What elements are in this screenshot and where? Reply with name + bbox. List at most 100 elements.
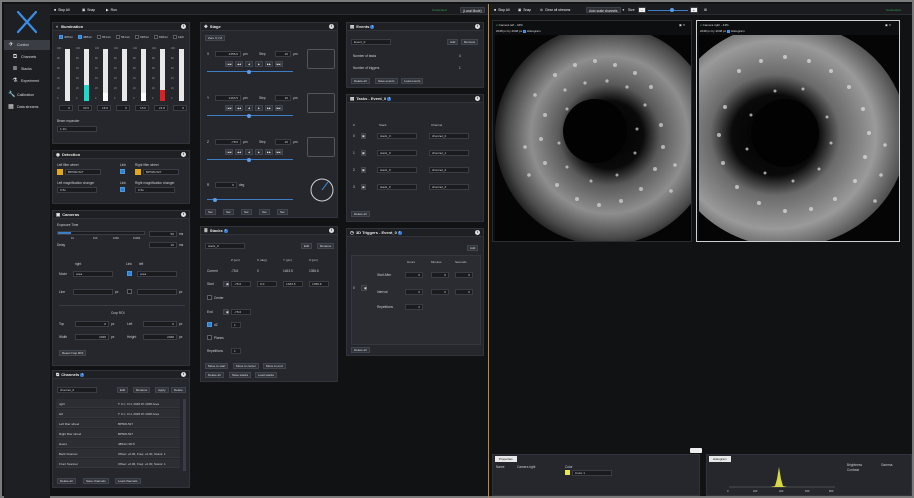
camera-right-viewer[interactable]: ● Camera right - 44% 2048 px by 2048 px … bbox=[696, 20, 900, 242]
dz-input[interactable]: 1 bbox=[231, 322, 241, 328]
stage-y-slider-knob[interactable] bbox=[247, 113, 251, 118]
top-input[interactable]: 0 bbox=[75, 321, 109, 327]
laser-power-input[interactable]: 30.5 bbox=[78, 105, 92, 111]
stage-y-nav-button[interactable]: ▶ bbox=[255, 105, 263, 111]
stage-set-button[interactable]: Set bbox=[241, 209, 252, 215]
info-icon[interactable]: i bbox=[181, 372, 186, 377]
info-icon[interactable]: i bbox=[329, 228, 334, 233]
info-icon[interactable]: i bbox=[181, 152, 186, 157]
sidebar-item-channels[interactable]: ⧉ Channels bbox=[4, 52, 50, 62]
stage-y-nav-button[interactable]: ◀ bbox=[245, 105, 253, 111]
clear-all-streams-button[interactable]: ⊘ Clear all streams bbox=[540, 7, 570, 13]
laser-enable-checkbox[interactable] bbox=[78, 35, 82, 39]
stage-set-button[interactable]: Set bbox=[205, 209, 216, 215]
start-z-input[interactable]: -78.6 bbox=[231, 281, 251, 287]
rotation-dial[interactable] bbox=[309, 177, 335, 203]
tab-properties[interactable]: Properties bbox=[495, 456, 517, 462]
info-icon[interactable]: i bbox=[329, 24, 334, 29]
stage-z-nav-button[interactable]: |◀◀ bbox=[225, 149, 233, 155]
laser-power-input[interactable]: 0 bbox=[59, 105, 73, 111]
task-stack-select[interactable]: stack_0 bbox=[377, 167, 417, 173]
laser-enable-checkbox[interactable] bbox=[173, 35, 177, 39]
viewer-stop-all-button[interactable]: ■ Stop All bbox=[494, 7, 510, 13]
center-checkbox[interactable] bbox=[207, 295, 212, 300]
set-end-button[interactable]: ▣ bbox=[223, 309, 229, 315]
camera-left-viewer[interactable]: ● Camera left - 44% 2048 px by 2048 px H… bbox=[492, 20, 692, 242]
delete-all-tasks-button[interactable]: Delete all bbox=[351, 211, 370, 217]
load-stacks-button[interactable]: Load stacks bbox=[255, 372, 278, 378]
stage-z-nav-button[interactable]: ▶ bbox=[255, 149, 263, 155]
exposure-input[interactable]: 50 bbox=[149, 231, 177, 237]
stage-z-nav-button[interactable]: ◀ bbox=[245, 149, 253, 155]
viewer-snap-button[interactable]: ▣ Snap bbox=[518, 7, 531, 13]
delete-all-channels-button[interactable]: Delete all bbox=[57, 478, 76, 484]
save-channels-button[interactable]: Save channels bbox=[83, 478, 109, 484]
edit-stack-button[interactable]: Edit bbox=[301, 243, 313, 249]
info-icon[interactable]: i bbox=[181, 212, 186, 217]
rename-channel-button[interactable]: Rename bbox=[133, 387, 151, 393]
delete-all-triggers-button[interactable]: Delete all bbox=[351, 347, 370, 353]
stage-x-nav-button[interactable]: ◀ bbox=[245, 61, 253, 67]
load-channels-button[interactable]: Load channels bbox=[115, 478, 141, 484]
info-icon[interactable]: i bbox=[475, 230, 480, 235]
stage-x-step-input[interactable]: 10 bbox=[275, 51, 291, 57]
task-stack-select[interactable]: stack_0 bbox=[377, 133, 417, 139]
viewer-options-icon[interactable]: ▣ ✕ bbox=[679, 23, 685, 27]
start-x-input[interactable]: 1356.6 bbox=[309, 281, 329, 287]
mag-link-checkbox[interactable] bbox=[120, 187, 125, 192]
stop-all-button[interactable]: ■ Stop All bbox=[54, 7, 70, 13]
task-stack-select[interactable]: stack_0 bbox=[377, 150, 417, 156]
laser-power-slider[interactable] bbox=[122, 49, 127, 101]
task-channel-select[interactable]: channel_0 bbox=[429, 133, 469, 139]
stage-set-button[interactable]: Set bbox=[277, 209, 288, 215]
color-swatch[interactable] bbox=[565, 470, 570, 475]
move-to-end-button[interactable]: Move to end bbox=[263, 363, 286, 369]
bottom-panel-collapse-handle[interactable] bbox=[690, 448, 702, 453]
sidebar-item-control[interactable]: ✈ Control bbox=[4, 40, 50, 50]
sidebar-item-stacks[interactable]: ≣ Stacks bbox=[4, 64, 50, 74]
delete-all-events-button[interactable]: Delete all bbox=[351, 78, 370, 84]
grid-toggle-button[interactable]: ⊞ bbox=[704, 7, 707, 13]
beam-expander-select[interactable]: 1 Iris bbox=[57, 126, 97, 132]
start-after-seconds[interactable]: 0 bbox=[455, 272, 473, 278]
laser-enable-checkbox[interactable] bbox=[154, 35, 158, 39]
right-mode-select[interactable]: area bbox=[73, 271, 113, 277]
task-stack-select[interactable]: stack_0 bbox=[377, 184, 417, 190]
remove-event-button[interactable]: Remove bbox=[461, 39, 479, 45]
left-filter-select[interactable]: BP500-527 bbox=[65, 169, 101, 175]
color-select[interactable]: Color 1 bbox=[572, 470, 612, 476]
laser-power-slider[interactable] bbox=[84, 49, 89, 101]
left-mag-select[interactable]: 0.5x bbox=[57, 187, 97, 193]
start-after-hours[interactable]: 0 bbox=[405, 272, 423, 278]
task-row-button[interactable]: ▣ bbox=[361, 184, 366, 190]
r-slider-knob[interactable] bbox=[213, 197, 217, 202]
info-icon[interactable]: i bbox=[475, 24, 480, 29]
stage-y-input[interactable]: 1463.5 bbox=[215, 95, 241, 101]
info-icon[interactable]: i bbox=[475, 96, 480, 101]
stage-y-slider[interactable] bbox=[207, 113, 293, 118]
sidebar-item-experiment[interactable]: ⚗ Experiment bbox=[4, 76, 50, 86]
stage-z-slider-knob[interactable] bbox=[247, 157, 251, 162]
stage-x-input[interactable]: 1356.6 bbox=[215, 51, 241, 57]
start-y-input[interactable]: 1463.5 bbox=[283, 281, 303, 287]
rename-stack-button[interactable]: Rename bbox=[317, 243, 335, 249]
channels-scrollbar[interactable] bbox=[183, 399, 186, 471]
stage-x-nav-button[interactable]: ▶ bbox=[255, 61, 263, 67]
sidebar-item-calibration[interactable]: 🔧 Calibration bbox=[4, 90, 50, 100]
laser-enable-checkbox[interactable] bbox=[97, 35, 101, 39]
stage-z-nav-button[interactable]: ▶▶ bbox=[265, 149, 273, 155]
dz-checkbox[interactable] bbox=[207, 322, 212, 327]
laser-enable-checkbox[interactable] bbox=[116, 35, 120, 39]
stage-y-nav-button[interactable]: |◀◀ bbox=[225, 105, 233, 111]
right-line-input[interactable] bbox=[73, 289, 113, 295]
stage-z-nav-button[interactable]: ◀◀ bbox=[235, 149, 243, 155]
stage-z-input[interactable]: -78.6 bbox=[215, 139, 241, 145]
set-start-button[interactable]: ▣ bbox=[223, 281, 229, 287]
size-slider-knob[interactable] bbox=[670, 8, 674, 12]
stage-y-nav-button[interactable]: ▶▶| bbox=[275, 105, 283, 111]
tab-histogram[interactable]: Histogram bbox=[709, 456, 731, 462]
apply-channel-button[interactable]: Apply bbox=[155, 387, 169, 393]
info-icon[interactable]: i bbox=[181, 24, 186, 29]
stage-x-slider[interactable] bbox=[207, 69, 293, 74]
end-z-input[interactable]: -78.6 bbox=[231, 309, 251, 315]
